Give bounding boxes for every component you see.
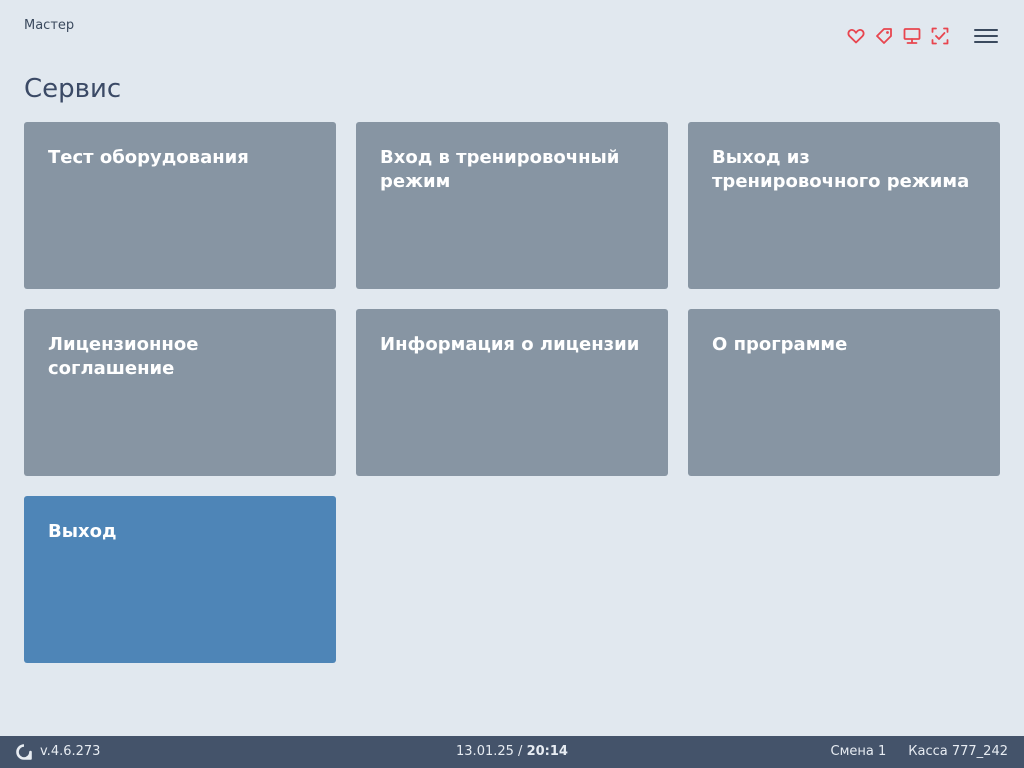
service-tiles: Тест оборудования Вход в тренировочный р… xyxy=(24,122,1000,663)
exit-training-mode-tile[interactable]: Выход из тренировочного режима xyxy=(688,122,1000,289)
tile-label: Выход xyxy=(48,521,117,542)
tag-icon[interactable] xyxy=(874,26,894,46)
equipment-test-tile[interactable]: Тест оборудования xyxy=(24,122,336,289)
status-icons xyxy=(846,26,950,46)
license-info-tile[interactable]: Информация о лицензии xyxy=(356,309,668,476)
license-agreement-tile[interactable]: Лицензионное соглашение xyxy=(24,309,336,476)
page-title: Сервис xyxy=(24,74,122,104)
tile-label: Информация о лицензии xyxy=(380,334,640,355)
enter-training-mode-tile[interactable]: Вход в тренировочный режим xyxy=(356,122,668,289)
about-program-tile[interactable]: О программе xyxy=(688,309,1000,476)
shift-label: Смена 1 xyxy=(830,744,887,759)
checklist-icon[interactable] xyxy=(930,26,950,46)
tile-label: Лицензионное соглашение xyxy=(48,334,199,379)
exit-tile[interactable]: Выход xyxy=(24,496,336,663)
heart-icon[interactable] xyxy=(846,26,866,46)
current-time: 20:14 xyxy=(526,744,568,759)
register-label: Касса 777_242 xyxy=(908,744,1008,759)
tile-label: О программе xyxy=(712,334,848,355)
current-user-label: Мастер xyxy=(24,18,75,33)
tile-label: Вход в тренировочный режим xyxy=(380,147,620,192)
current-date: 13.01.25 xyxy=(456,744,514,759)
date-time-separator: / xyxy=(518,744,523,759)
hamburger-menu-icon[interactable] xyxy=(972,24,1000,48)
session-info: Смена 1 Касса 777_242 xyxy=(831,744,1008,759)
status-bar: v.4.6.273 13.01.25 / 20:14 Смена 1 Касса … xyxy=(0,736,1024,768)
tile-label: Тест оборудования xyxy=(48,147,249,168)
monitor-icon[interactable] xyxy=(902,26,922,46)
tile-label: Выход из тренировочного режима xyxy=(712,147,970,192)
